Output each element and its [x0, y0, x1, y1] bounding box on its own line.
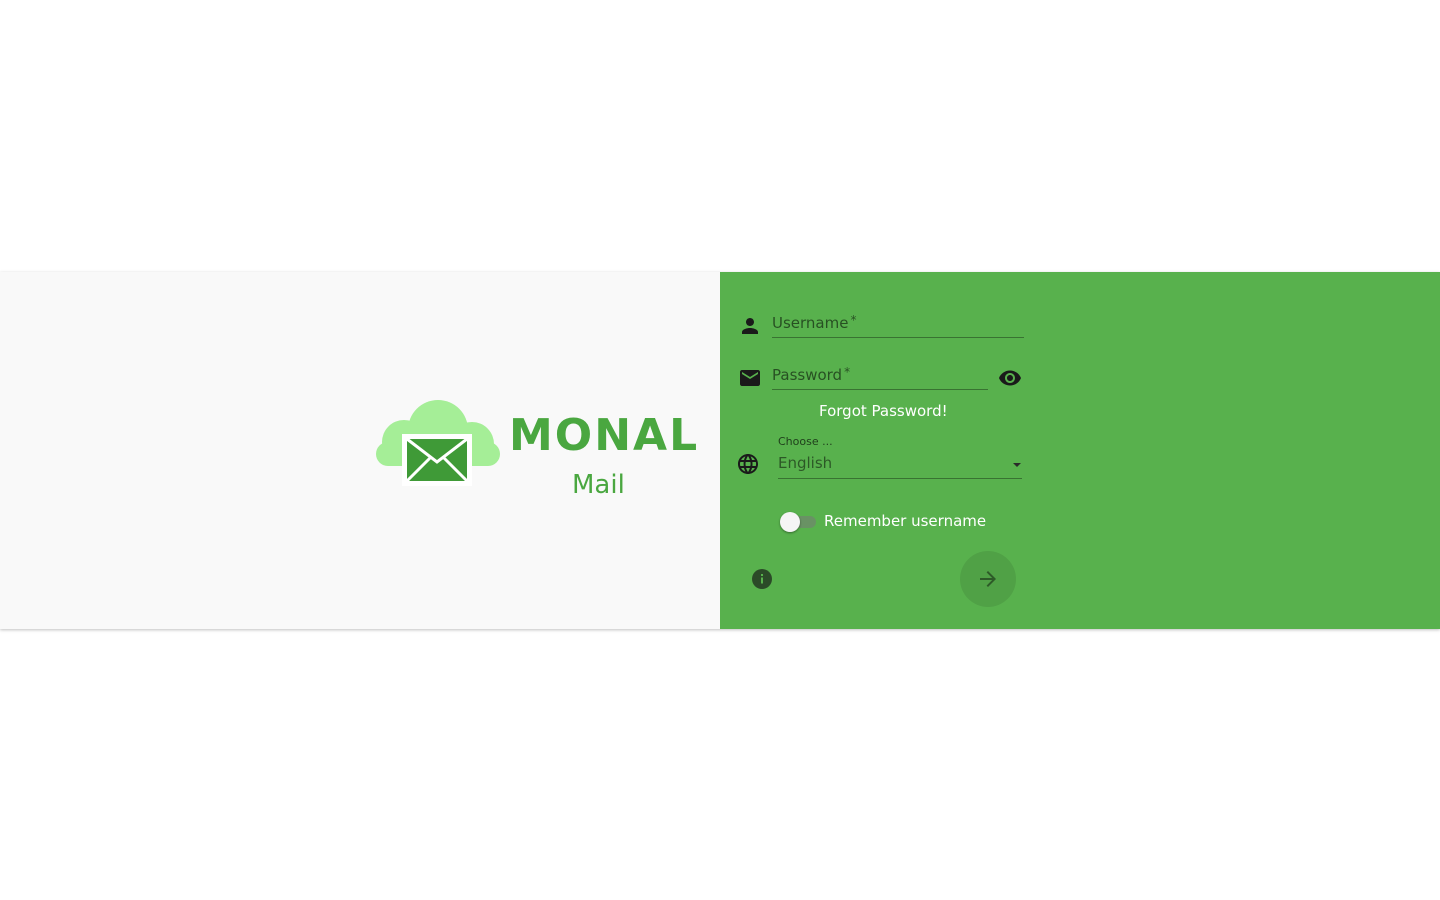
password-label: Password * [772, 365, 851, 384]
dropdown-arrow-icon [1013, 463, 1021, 467]
language-label: Choose ... [778, 435, 833, 448]
eye-icon[interactable] [998, 366, 1022, 390]
arrow-right-icon [980, 571, 996, 587]
branding-panel: MONAL Mail [0, 272, 720, 629]
brand-name: MONAL [509, 410, 700, 461]
info-icon[interactable] [751, 568, 773, 590]
person-icon [738, 314, 762, 338]
cloud-mail-icon [376, 400, 500, 486]
username-field[interactable]: Username * [772, 311, 1024, 338]
remember-username-toggle[interactable] [780, 512, 816, 532]
login-card: MONAL Mail [0, 272, 1440, 629]
language-selected-value: English [778, 454, 833, 472]
username-label: Username * [772, 313, 857, 332]
language-select[interactable]: English [778, 452, 1022, 479]
password-field[interactable]: Password * [772, 363, 988, 390]
mail-icon [738, 366, 762, 390]
remember-username-label: Remember username [824, 512, 987, 530]
app-logo: MONAL Mail [374, 396, 704, 508]
toggle-thumb [780, 512, 800, 532]
login-submit-button[interactable] [960, 551, 1016, 607]
brand-subtitle: Mail [572, 470, 625, 500]
globe-icon [736, 452, 760, 476]
forgot-password-link[interactable]: Forgot Password! [819, 402, 948, 420]
